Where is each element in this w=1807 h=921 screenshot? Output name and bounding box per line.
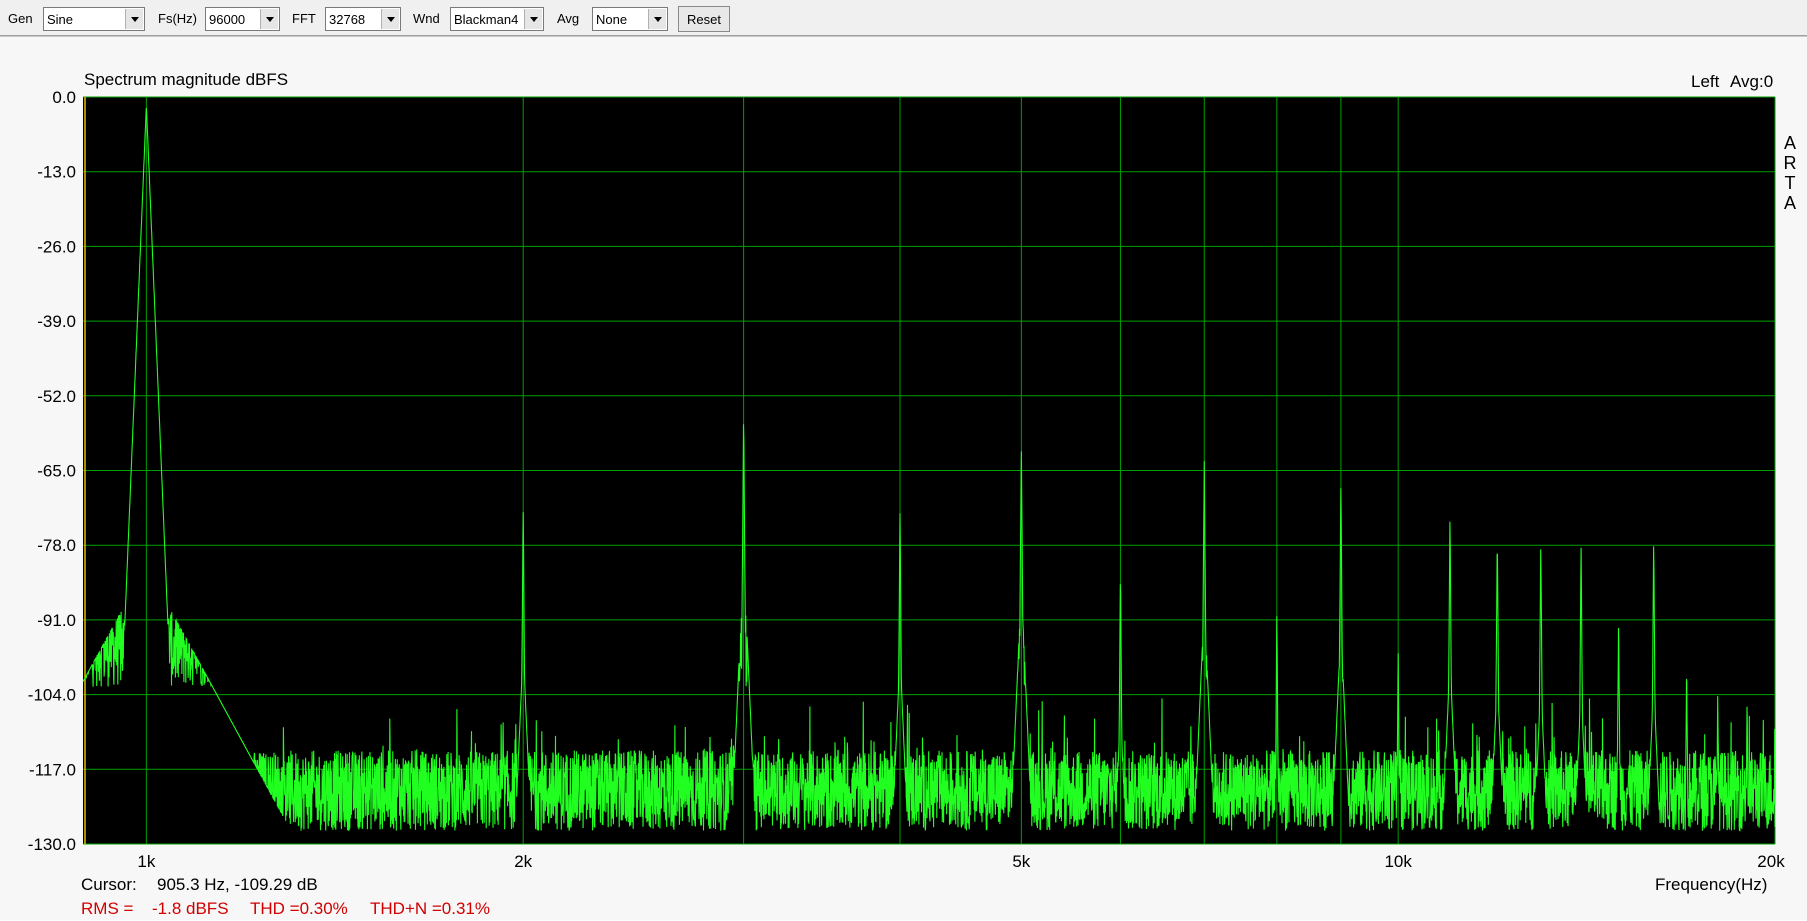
y-tick-label: 0.0 <box>52 88 76 107</box>
y-tick-label: -78.0 <box>37 536 76 555</box>
generator-select[interactable]: Sine <box>43 7 145 31</box>
fft-size-value: 32768 <box>329 12 366 27</box>
toolbar: Gen Sine Fs(Hz) 96000 FFT 32768 Wnd Blac… <box>0 0 1807 36</box>
gen-label: Gen <box>8 11 33 26</box>
logo-letter: A <box>1783 193 1796 213</box>
chevron-down-icon[interactable] <box>524 9 542 29</box>
y-tick-label: -91.0 <box>37 611 76 630</box>
rms-value: -1.8 dBFS <box>152 899 229 918</box>
logo-letter: R <box>1783 153 1797 173</box>
thdn-value: THD+N =0.31% <box>370 899 490 918</box>
arta-logo: A R T A <box>1780 133 1800 213</box>
avg-status: Avg:0 <box>1730 72 1774 91</box>
avg-label: Avg <box>557 11 580 26</box>
chevron-down-icon[interactable] <box>648 9 666 29</box>
y-tick-label: -26.0 <box>37 237 76 256</box>
chevron-down-icon[interactable] <box>260 9 278 29</box>
logo-letter: T <box>1784 173 1796 193</box>
x-tick-label: 5k <box>1012 852 1030 871</box>
fft-size-select[interactable]: 32768 <box>325 7 401 31</box>
chart-title: Spectrum magnitude dBFS <box>84 70 289 89</box>
spectrum-panel: 0.0 -13.0 -26.0 -39.0 -52.0 -65.0 -78.0 -91.0 -1… <box>0 36 1807 920</box>
window-select[interactable]: Blackman4 <box>450 7 544 31</box>
fs-label: Fs(Hz) <box>158 11 197 26</box>
cursor-readout: 905.3 Hz, -109.29 dB <box>157 875 318 894</box>
rms-label: RMS = <box>81 899 134 918</box>
chevron-down-icon[interactable] <box>381 9 399 29</box>
y-tick-label: -117.0 <box>29 760 76 779</box>
wnd-label: Wnd <box>413 11 440 26</box>
logo-letter: A <box>1783 133 1796 153</box>
averaging-value: None <box>596 12 628 27</box>
x-axis-label: Frequency(Hz) <box>1655 875 1768 894</box>
sample-rate-value: 96000 <box>209 12 246 27</box>
averaging-select[interactable]: None <box>592 7 668 31</box>
x-tick-label: 2k <box>514 852 532 871</box>
x-tick-label: 10k <box>1384 852 1412 871</box>
spectrum-chart[interactable]: 0.0 -13.0 -26.0 -39.0 -52.0 -65.0 -78.0 -91.0 -1… <box>0 37 1807 921</box>
x-tick-label: 20k <box>1757 852 1785 871</box>
y-tick-label: -52.0 <box>37 387 76 406</box>
generator-value: Sine <box>47 12 74 27</box>
y-tick-label: -130.0 <box>28 835 76 854</box>
reset-button[interactable]: Reset <box>678 6 730 32</box>
y-tick-label: -39.0 <box>37 312 76 331</box>
fft-label: FFT <box>292 11 316 26</box>
chevron-down-icon[interactable] <box>125 9 143 29</box>
y-tick-label: -13.0 <box>37 163 76 182</box>
x-tick-label: 1k <box>137 852 155 871</box>
channel-label: Left <box>1691 72 1720 91</box>
y-tick-label: -104.0 <box>28 686 76 705</box>
y-tick-label: -65.0 <box>37 462 76 481</box>
thd-value: THD =0.30% <box>250 899 348 918</box>
window-value: Blackman4 <box>454 12 519 27</box>
cursor-label: Cursor: <box>81 875 137 894</box>
sample-rate-select[interactable]: 96000 <box>205 7 280 31</box>
